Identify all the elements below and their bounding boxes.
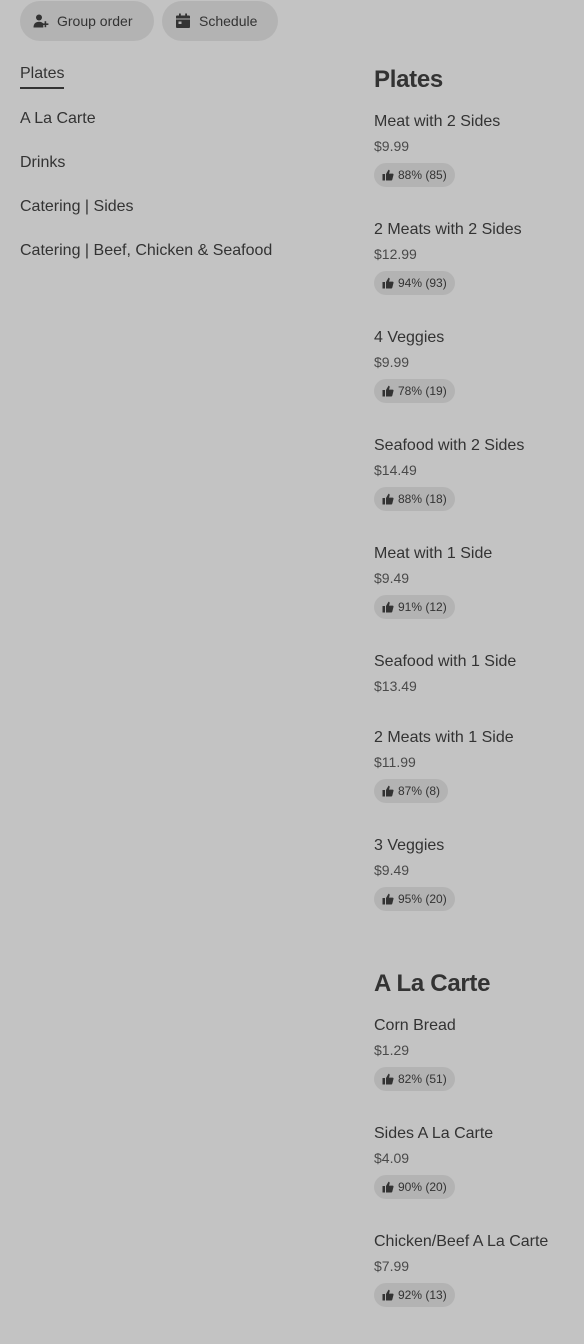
nav-item-catering-sides[interactable]: Catering | Sides xyxy=(20,197,134,217)
menu-item[interactable]: Chicken/Beef A La Carte $7.99 92% (13) xyxy=(374,1232,579,1307)
calendar-icon xyxy=(175,13,191,29)
item-name: Meat with 1 Side xyxy=(374,545,493,562)
nav-item-catering-beef-chicken-seafood[interactable]: Catering | Beef, Chicken & Seafood xyxy=(20,241,272,261)
rating-badge: 95% (20) xyxy=(374,887,455,911)
menu-item[interactable]: Corn Bread $1.29 82% (51) xyxy=(374,1016,579,1091)
nav-item-plates[interactable]: Plates xyxy=(20,64,65,89)
rating-text: 91% (12) xyxy=(398,600,447,614)
rating-badge: 91% (12) xyxy=(374,595,455,619)
item-name: Corn Bread xyxy=(374,1017,456,1034)
rating-badge: 82% (51) xyxy=(374,1067,455,1091)
group-order-label: Group order xyxy=(57,13,133,29)
rating-badge: 88% (18) xyxy=(374,487,455,511)
rating-text: 78% (19) xyxy=(398,384,447,398)
item-price: $4.09 xyxy=(374,1150,410,1166)
section-title-plates: Plates xyxy=(374,66,443,93)
rating-text: 88% (18) xyxy=(398,492,447,506)
thumbs-up-icon xyxy=(382,893,394,905)
menu-item[interactable]: 2 Meats with 2 Sides $12.99 94% (93) xyxy=(374,220,579,295)
menu-item[interactable]: Sides A La Carte $4.09 90% (20) xyxy=(374,1124,579,1199)
item-name: Sides A La Carte xyxy=(374,1125,494,1142)
menu-item[interactable]: Meat with 2 Sides $9.99 88% (85) xyxy=(374,112,579,187)
rating-text: 88% (85) xyxy=(398,168,447,182)
rating-badge: 78% (19) xyxy=(374,379,455,403)
rating-text: 95% (20) xyxy=(398,892,447,906)
item-price: $9.49 xyxy=(374,862,410,878)
thumbs-up-icon xyxy=(382,601,394,613)
rating-text: 90% (20) xyxy=(398,1180,447,1194)
menu-item[interactable]: Seafood with 2 Sides $14.49 88% (18) xyxy=(374,436,579,511)
rating-text: 82% (51) xyxy=(398,1072,447,1086)
item-name: Chicken/Beef A La Carte xyxy=(374,1233,549,1250)
thumbs-up-icon xyxy=(382,277,394,289)
menu-item[interactable]: 2 Meats with 1 Side $11.99 87% (8) xyxy=(374,728,579,803)
menu-item[interactable]: 3 Veggies $9.49 95% (20) xyxy=(374,836,579,911)
item-price: $12.99 xyxy=(374,246,417,262)
item-name: Meat with 2 Sides xyxy=(374,113,501,130)
schedule-button[interactable]: Schedule xyxy=(162,1,278,41)
item-price: $9.99 xyxy=(374,138,410,154)
section-title-a-la-carte: A La Carte xyxy=(374,970,491,997)
top-actions: Group order Schedule xyxy=(20,1,278,41)
thumbs-up-icon xyxy=(382,169,394,181)
rating-badge: 88% (85) xyxy=(374,163,455,187)
item-price: $7.99 xyxy=(374,1258,410,1274)
rating-badge: 90% (20) xyxy=(374,1175,455,1199)
rating-badge: 92% (13) xyxy=(374,1283,455,1307)
nav-item-drinks[interactable]: Drinks xyxy=(20,153,65,173)
item-name: 2 Meats with 2 Sides xyxy=(374,221,522,238)
item-name: 4 Veggies xyxy=(374,329,445,346)
item-name: Seafood with 2 Sides xyxy=(374,437,525,454)
item-price: $9.49 xyxy=(374,570,410,586)
rating-text: 94% (93) xyxy=(398,276,447,290)
rating-badge: 94% (93) xyxy=(374,271,455,295)
item-name: Seafood with 1 Side xyxy=(374,653,517,670)
item-price: $13.49 xyxy=(374,678,417,694)
item-price: $14.49 xyxy=(374,462,417,478)
thumbs-up-icon xyxy=(382,785,394,797)
item-name: 3 Veggies xyxy=(374,837,445,854)
rating-text: 92% (13) xyxy=(398,1288,447,1302)
thumbs-up-icon xyxy=(382,1289,394,1301)
rating-text: 87% (8) xyxy=(398,784,441,798)
item-name: 2 Meats with 1 Side xyxy=(374,729,514,746)
add-person-icon xyxy=(33,13,49,29)
item-price: $11.99 xyxy=(374,754,416,770)
item-price: $1.29 xyxy=(374,1042,410,1058)
item-price: $9.99 xyxy=(374,354,410,370)
thumbs-up-icon xyxy=(382,493,394,505)
thumbs-up-icon xyxy=(382,1073,394,1085)
menu-item[interactable]: Meat with 1 Side $9.49 91% (12) xyxy=(374,544,579,619)
menu-item[interactable]: Seafood with 1 Side $13.49 xyxy=(374,652,579,695)
nav-item-a-la-carte[interactable]: A La Carte xyxy=(20,109,96,129)
schedule-label: Schedule xyxy=(199,13,258,29)
group-order-button[interactable]: Group order xyxy=(20,1,154,41)
menu-item[interactable]: 4 Veggies $9.99 78% (19) xyxy=(374,328,579,403)
thumbs-up-icon xyxy=(382,1181,394,1193)
thumbs-up-icon xyxy=(382,385,394,397)
rating-badge: 87% (8) xyxy=(374,779,449,803)
